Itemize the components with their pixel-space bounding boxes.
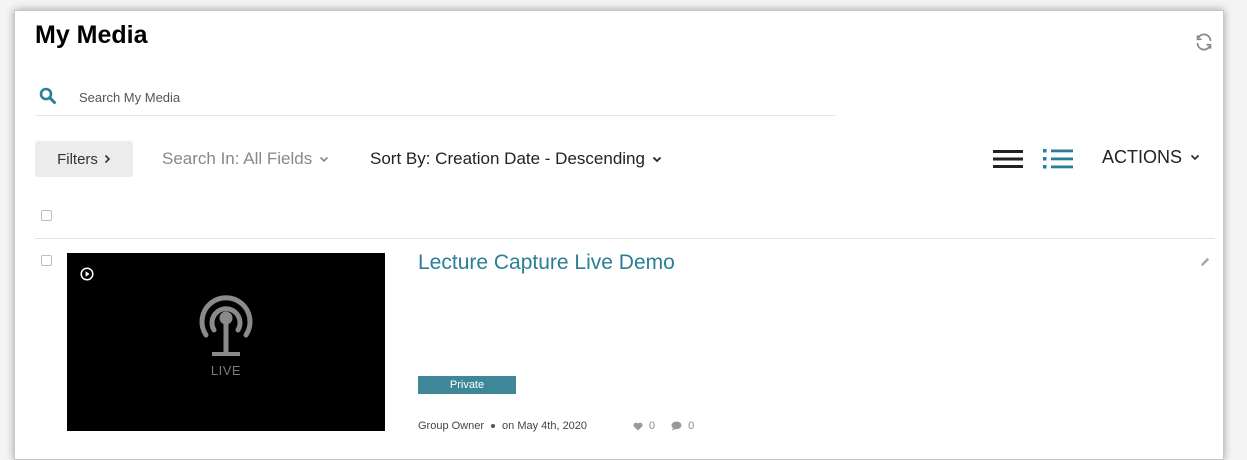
live-label: LIVE	[210, 363, 242, 378]
search-in-label: Search In: All Fields	[162, 149, 313, 168]
comments-count: 0	[688, 420, 695, 432]
pencil-icon[interactable]	[1199, 256, 1211, 268]
search-input[interactable]	[77, 83, 781, 111]
entry-owner: Group Owner	[418, 420, 485, 432]
entry-thumbnail[interactable]: LIVE	[67, 253, 385, 431]
chevron-right-icon	[104, 154, 111, 164]
page-title: My Media	[35, 21, 148, 49]
comment-icon	[671, 421, 682, 431]
search-bar	[35, 81, 836, 116]
filters-button[interactable]: Filters	[35, 141, 133, 177]
play-icon	[80, 267, 94, 281]
chevron-down-icon	[1190, 154, 1200, 161]
entry-checkbox[interactable]	[41, 255, 52, 266]
status-badge: Private	[418, 376, 516, 394]
entry-meta: Group Owner on May 4th, 2020 0 0	[418, 420, 694, 432]
sort-by-dropdown[interactable]: Sort By: Creation Date - Descending	[370, 149, 662, 169]
comments-stat: 0	[671, 420, 694, 432]
actions-dropdown[interactable]: ACTIONS	[1102, 147, 1200, 168]
actions-label: ACTIONS	[1102, 147, 1183, 167]
chevron-down-icon	[652, 156, 662, 162]
detailed-view-icon[interactable]	[1043, 148, 1073, 170]
select-all-checkbox[interactable]	[41, 210, 52, 221]
entry-date: on May 4th, 2020	[502, 420, 588, 432]
list-view-icon[interactable]	[993, 150, 1023, 168]
broadcast-icon	[199, 295, 253, 356]
row-divider	[35, 238, 1215, 239]
my-media-panel: My Media Filters Search In: All Fields S…	[14, 10, 1224, 460]
likes-stat: 0	[633, 420, 655, 432]
refresh-icon[interactable]	[1193, 31, 1215, 53]
chevron-down-icon	[320, 156, 329, 162]
filters-label: Filters	[57, 150, 98, 168]
search-in-dropdown[interactable]: Search In: All Fields	[162, 149, 329, 169]
search-icon[interactable]	[39, 87, 57, 105]
separator-dot	[491, 424, 496, 428]
likes-count: 0	[649, 420, 656, 432]
entry-title-link[interactable]: Lecture Capture Live Demo	[418, 251, 675, 275]
heart-icon	[633, 422, 643, 430]
sort-by-label: Sort By: Creation Date - Descending	[370, 149, 645, 168]
